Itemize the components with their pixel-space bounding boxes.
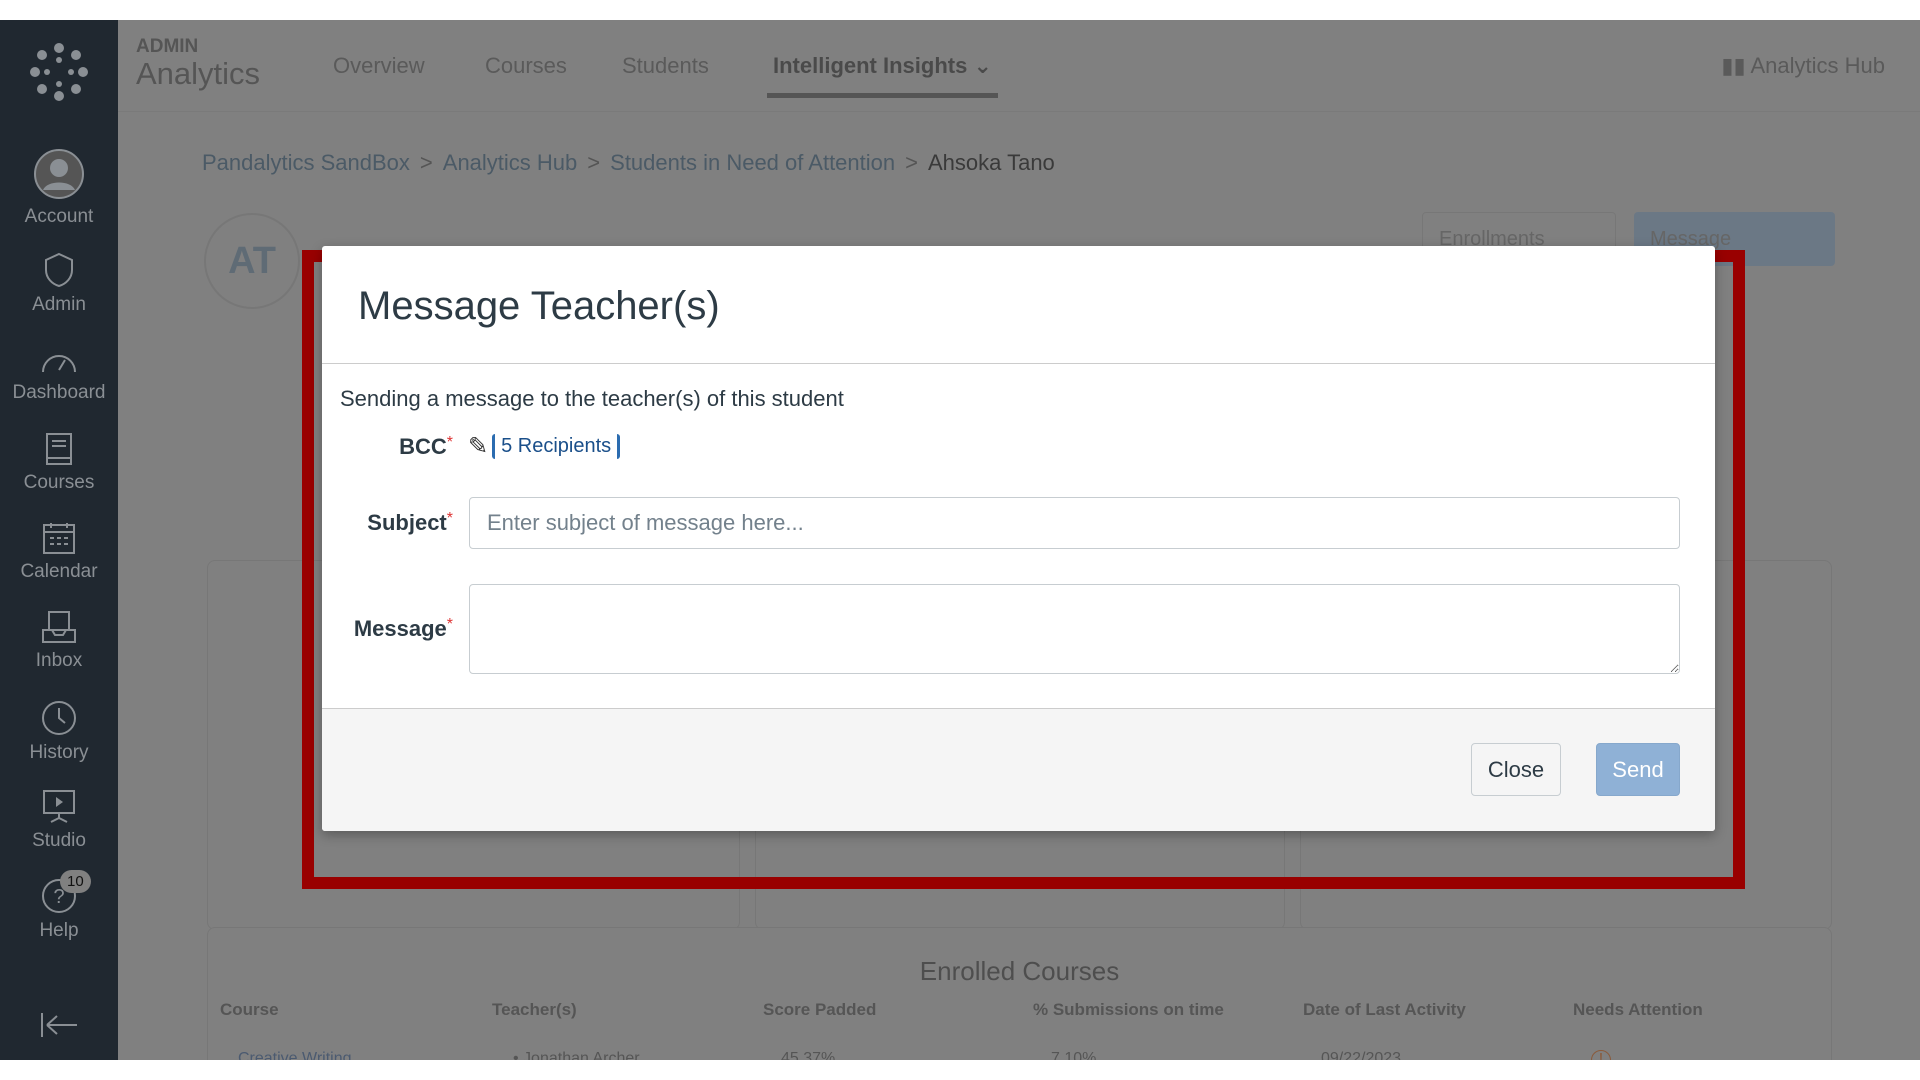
column-header: % Submissions on time [1033, 1000, 1224, 1019]
global-nav: Account Admin Dashboard Courses Calendar… [0, 20, 118, 1060]
sidebar-item-label: Dashboard [12, 382, 106, 403]
pencil-icon[interactable]: ✎ [468, 432, 488, 461]
calendar-icon [43, 523, 75, 554]
modal-footer: Close Send [322, 708, 1715, 831]
required-asterisk: * [446, 616, 453, 633]
last-activity-cell: 09/22/2023 [1321, 1050, 1402, 1060]
dashboard-icon [42, 355, 76, 373]
send-button[interactable]: Send [1596, 743, 1680, 796]
chevron-right-icon: > [419, 150, 433, 175]
label-text: BCC [399, 434, 447, 459]
teacher-cell: • Jonathan Archer [513, 1050, 640, 1060]
canvas-logo[interactable] [0, 42, 118, 108]
modal-description: Sending a message to the teacher(s) of t… [340, 386, 844, 411]
sidebar-item-label: Courses [23, 472, 95, 493]
sidebar-item-label: Admin [32, 294, 86, 315]
book-icon [46, 433, 72, 465]
tab-overview[interactable]: Overview [333, 53, 425, 79]
sidebar-item-admin[interactable]: Admin [0, 252, 118, 316]
logo-icon [30, 43, 88, 101]
tab-students[interactable]: Students [622, 53, 709, 79]
close-button[interactable]: Close [1471, 743, 1561, 796]
clock-icon [42, 701, 76, 735]
chevron-down-icon: ⌄ [973, 53, 992, 78]
breadcrumb-link[interactable]: Analytics Hub [443, 150, 578, 175]
breadcrumb-link[interactable]: Pandalytics SandBox [202, 150, 410, 175]
top-header: ADMIN Analytics Overview Courses Student… [118, 20, 1920, 112]
breadcrumb-link[interactable]: Students in Need of Attention [610, 150, 895, 175]
warning-icon: ! [1591, 1050, 1611, 1060]
breadcrumb: Pandalytics SandBox > Analytics Hub > Studen… [202, 150, 1055, 176]
collapse-nav-button[interactable] [0, 1010, 118, 1046]
label-text: Subject [367, 510, 447, 535]
column-header: Needs Attention [1573, 1000, 1703, 1019]
avatar: AT [204, 213, 300, 309]
sidebar-item-label: Studio [32, 830, 86, 851]
required-asterisk: * [446, 510, 453, 527]
subject-input[interactable] [469, 497, 1680, 549]
bar-chart-icon: ▮▮ [1721, 53, 1746, 78]
column-header: Score Padded [763, 1000, 877, 1019]
column-header: Teacher(s) [492, 1000, 577, 1019]
bcc-label: BCC* [399, 434, 453, 460]
chevron-right-icon: > [905, 150, 918, 175]
sidebar-item-calendar[interactable]: Calendar [0, 521, 118, 583]
sidebar-item-dashboard[interactable]: Dashboard [0, 346, 118, 404]
sidebar-item-history[interactable]: History [0, 700, 118, 764]
score-cell: 45.37% [781, 1050, 836, 1060]
tab-label: Intelligent Insights [773, 53, 968, 78]
analytics-hub-link[interactable]: ▮▮ Analytics Hub [1721, 53, 1885, 79]
hub-label: Analytics Hub [1750, 53, 1885, 78]
label-text: Message [353, 616, 447, 641]
sidebar-item-studio[interactable]: Studio [0, 788, 118, 852]
tab-intelligent-insights[interactable]: Intelligent Insights ⌄ [767, 53, 998, 98]
studio-icon [43, 790, 75, 823]
app-title: Analytics [136, 56, 261, 91]
message-label: Message* [354, 616, 453, 642]
message-textarea[interactable] [469, 584, 1680, 674]
teacher-name: Jonathan Archer [523, 1050, 640, 1060]
sidebar-item-help[interactable]: ? 10 Help [0, 870, 118, 942]
recipients-link[interactable]: 5 Recipients [492, 434, 621, 459]
sidebar-item-label: Inbox [35, 650, 83, 671]
sidebar-item-label: Help [39, 920, 79, 941]
admin-label: ADMIN [136, 36, 199, 57]
course-link[interactable]: Creative Writing [238, 1050, 352, 1060]
inbox-icon [42, 611, 76, 643]
sidebar-item-inbox[interactable]: Inbox [0, 610, 118, 672]
sidebar-item-label: Calendar [20, 561, 98, 582]
submissions-cell: 7.10% [1051, 1050, 1097, 1060]
chevron-right-icon: > [587, 150, 601, 175]
required-asterisk: * [446, 434, 453, 451]
sidebar-item-account[interactable]: Account [0, 148, 118, 228]
shield-icon [45, 252, 73, 288]
subject-label: Subject* [367, 510, 453, 536]
sidebar-item-courses[interactable]: Courses [0, 432, 118, 494]
help-badge: 10 [60, 870, 91, 893]
column-header: Course [220, 1000, 279, 1019]
enrolled-courses-card: Enrolled Courses Course Teacher(s) Score… [207, 927, 1832, 1060]
bcc-recipients: ✎ 5 Recipients [468, 432, 621, 461]
modal-title: Message Teacher(s) [322, 246, 1715, 364]
table-title: Enrolled Courses [919, 956, 1120, 986]
column-header: Date of Last Activity [1303, 1000, 1466, 1019]
breadcrumb-current: Ahsoka Tano [927, 150, 1055, 175]
tab-courses[interactable]: Courses [485, 53, 567, 79]
collapse-arrow-icon [41, 1013, 77, 1037]
sidebar-item-label: Account [24, 206, 94, 227]
sidebar-item-label: History [29, 742, 89, 763]
message-teachers-modal: Message Teacher(s) Sending a message to … [322, 246, 1715, 831]
user-icon [34, 149, 84, 199]
